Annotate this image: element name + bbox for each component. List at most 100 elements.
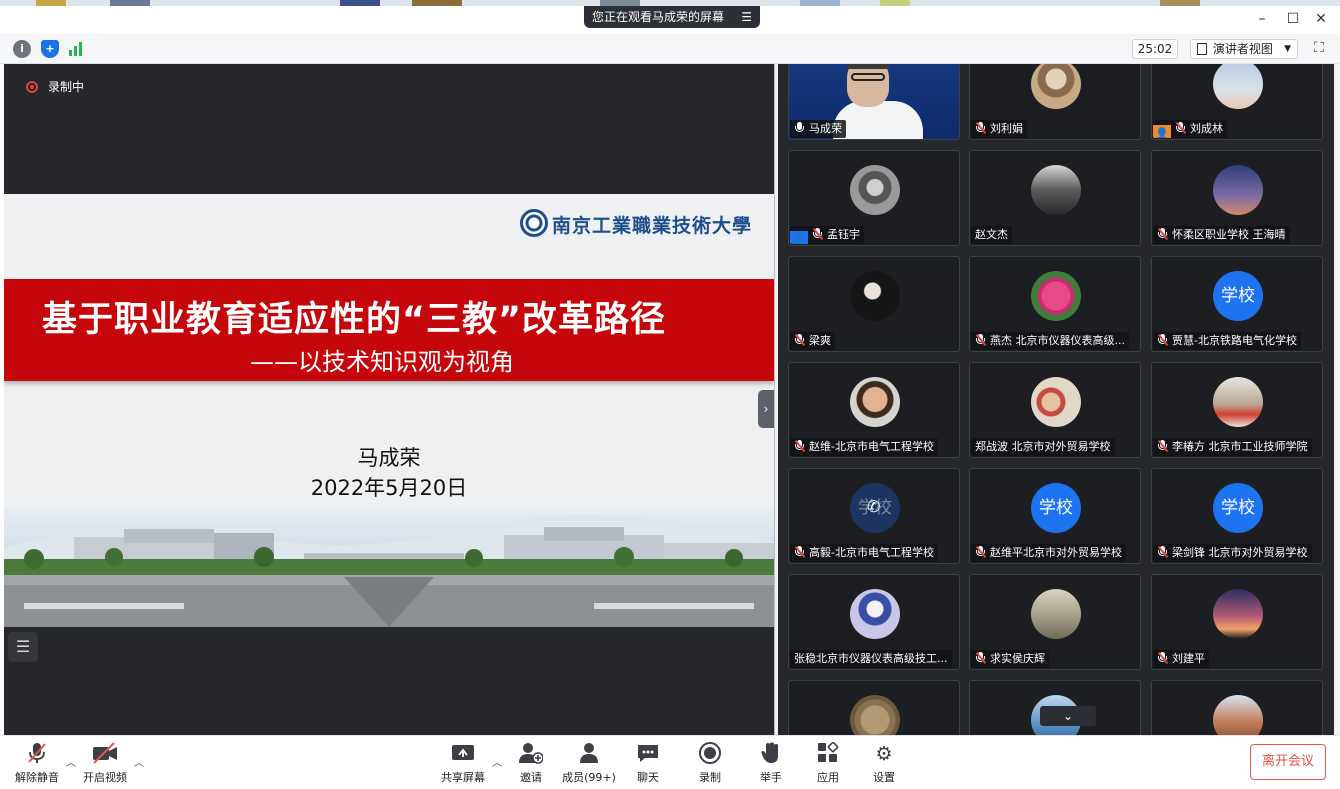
share-screen-icon (438, 742, 488, 766)
invite-label: 邀请 (520, 771, 542, 784)
add-user-icon (516, 742, 546, 766)
info-icon[interactable]: i (13, 40, 31, 58)
participant-tile[interactable]: 👤 孟钰宇 (788, 150, 960, 246)
maximize-icon[interactable]: ☐ (1283, 10, 1303, 28)
muted-mic-icon (975, 545, 987, 559)
participant-avatar (850, 589, 900, 639)
participant-name-tag: 👤 孟钰宇 (790, 226, 864, 244)
participant-name-tag: 👤 刘成林 (1153, 120, 1227, 138)
apps-label: 应用 (817, 771, 839, 784)
user-icon: 👤 (790, 231, 808, 244)
share-banner-text: 您正在观看马成荣的屏幕 (592, 10, 725, 24)
start-video-button[interactable]: 开启视频 (82, 742, 128, 784)
invite-button[interactable]: 邀请 (516, 742, 546, 784)
apps-icon (814, 741, 842, 766)
school-avatar: 学校 ✆ (850, 483, 900, 533)
view-mode-button[interactable]: 演讲者视图 ▼ (1190, 39, 1298, 59)
share-options-chevron-icon[interactable]: ︿ (492, 754, 502, 769)
participant-tile[interactable]: 张稳北京市仪器仪表高级技工... (788, 574, 960, 670)
participant-avatar (1031, 64, 1081, 109)
campus-photo (4, 507, 774, 627)
participant-name: 马成荣 (809, 122, 842, 135)
scroll-down-icon[interactable]: ⌄ (1040, 706, 1096, 726)
participant-avatar (850, 271, 900, 321)
title-banner: 基于职业教育适应性的“三教”改革路径 ——以技术知识观为视角 (4, 279, 774, 381)
unmute-button[interactable]: 解除静音 (14, 742, 60, 784)
participant-avatar (1031, 271, 1081, 321)
presentation-slide: 南京工業職業技術大學 基于职业教育适应性的“三教”改革路径 ——以技术知识观为视… (4, 194, 774, 627)
muted-mic-icon (812, 227, 824, 241)
participant-tile[interactable]: 马成荣 (788, 64, 960, 140)
collapse-panel-button[interactable]: › (758, 390, 774, 428)
signal-icon[interactable] (68, 40, 86, 56)
participant-tile[interactable]: 郑战波 北京市对外贸易学校 (969, 362, 1141, 458)
slide-title: 基于职业教育适应性的“三教”改革路径 (42, 300, 667, 340)
participant-tile[interactable]: 李椿方 北京市工业技师学院 (1151, 362, 1323, 458)
participant-tile[interactable]: 梁爽 (788, 256, 960, 352)
participant-name: 李椿方 北京市工业技师学院 (1172, 440, 1308, 453)
participant-name-tag: 刘利娟 (971, 120, 1027, 138)
participant-tile[interactable]: 刘利娟 (969, 64, 1141, 140)
chat-label: 聊天 (637, 771, 659, 784)
school-logo-text: 南京工業職業技術大學 (552, 215, 753, 237)
recording-label: 录制中 (48, 80, 85, 94)
participant-tile[interactable]: 求实侯庆辉 (969, 574, 1141, 670)
gallery-scrollbar[interactable] (1334, 64, 1340, 735)
participant-tile[interactable]: 怀柔区职业学校 王海晴 (1151, 150, 1323, 246)
fullscreen-icon[interactable]: ⛶ (1311, 40, 1327, 56)
user-icon: 👤 (1153, 125, 1171, 138)
participant-avatar (1031, 377, 1081, 427)
muted-mic-icon (1157, 227, 1169, 241)
participant-tile[interactable]: 学校 ✆ 高毅-北京市电气工程学校 (788, 468, 960, 564)
menu-icon[interactable]: ☰ (741, 6, 752, 28)
raise-hand-button[interactable]: 举手 (757, 742, 785, 784)
leave-meeting-button[interactable]: 离开会议 (1250, 744, 1326, 780)
apps-button[interactable]: 应用 (814, 741, 842, 784)
chat-icon (634, 742, 662, 766)
shield-icon[interactable]: + (41, 40, 59, 58)
close-icon[interactable]: ✕ (1311, 10, 1331, 28)
participant-tile[interactable]: 学校 赵维平北京市对外贸易学校 (969, 468, 1141, 564)
participant-name: 刘建平 (1172, 652, 1205, 665)
participant-video (847, 64, 889, 107)
participant-name: 刘利娟 (990, 122, 1023, 135)
participants-icon (561, 742, 617, 766)
share-screen-label: 共享屏幕 (441, 771, 485, 784)
participant-tile[interactable]: 赵维-北京市电气工程学校 (788, 362, 960, 458)
share-screen-button[interactable]: 共享屏幕 (438, 742, 488, 784)
participants-button[interactable]: 成员(99+) (561, 742, 617, 784)
audio-options-chevron-icon[interactable]: ︿ (66, 754, 76, 769)
participant-tile[interactable] (788, 680, 960, 735)
participant-name-tag: 李椿方 北京市工业技师学院 (1153, 438, 1312, 456)
share-banner[interactable]: 您正在观看马成荣的屏幕 ☰ (584, 6, 760, 28)
participants-label: 成员(99+) (562, 771, 616, 784)
phone-icon: ✆ (867, 497, 881, 516)
muted-mic-icon (975, 333, 987, 347)
unmute-label: 解除静音 (15, 771, 59, 784)
raise-hand-label: 举手 (760, 771, 782, 784)
minimize-icon[interactable]: – (1252, 10, 1272, 28)
participant-name: 梁爽 (809, 334, 831, 347)
school-seal-icon (520, 209, 548, 237)
participant-tile[interactable]: 学校 梁剑锋 北京市对外贸易学校 (1151, 468, 1323, 564)
video-options-chevron-icon[interactable]: ︿ (134, 754, 144, 769)
participant-name-tag: 赵维-北京市电气工程学校 (790, 438, 938, 456)
participant-name: 张稳北京市仪器仪表高级技工... (794, 652, 948, 665)
list-icon[interactable]: ☰ (8, 632, 38, 662)
participant-tile[interactable] (1151, 680, 1323, 735)
participant-tile[interactable]: 刘建平 (1151, 574, 1323, 670)
participant-avatar (850, 695, 900, 735)
participant-name-tag: 怀柔区职业学校 王海晴 (1153, 226, 1290, 244)
participant-tile[interactable]: 燕杰 北京市仪器仪表高级... (969, 256, 1141, 352)
settings-button[interactable]: ⚙ 设置 (870, 742, 898, 784)
record-button[interactable]: 录制 (696, 742, 724, 784)
participant-tile[interactable]: 👤 刘成林 (1151, 64, 1323, 140)
chevron-down-icon: ▼ (1284, 44, 1291, 54)
participant-tile[interactable]: 学校 贾慧-北京铁路电气化学校 (1151, 256, 1323, 352)
participant-tile[interactable]: 赵文杰 (969, 150, 1141, 246)
participant-name: 赵维-北京市电气工程学校 (809, 440, 934, 453)
participant-name: 贾慧-北京铁路电气化学校 (1172, 334, 1297, 347)
muted-mic-icon (794, 545, 806, 559)
chat-button[interactable]: 聊天 (634, 742, 662, 784)
recording-indicator: 录制中 (26, 80, 84, 94)
